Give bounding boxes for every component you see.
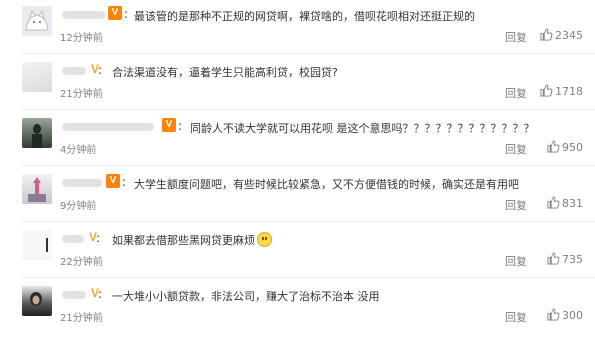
thumbs-up-icon	[547, 140, 560, 153]
divider	[22, 165, 595, 166]
divider	[22, 277, 595, 278]
timestamp: 12分钟前	[60, 33, 103, 44]
reply-button[interactable]: 回复	[505, 253, 527, 269]
thumbs-up-icon	[547, 252, 560, 265]
reply-button[interactable]: 回复	[505, 85, 527, 101]
timestamp: 21分钟前	[60, 313, 103, 324]
like-button[interactable]: 735	[547, 252, 583, 266]
user-avatar[interactable]	[22, 6, 52, 36]
timestamp: 22分钟前	[60, 257, 103, 268]
username[interactable]	[62, 119, 154, 133]
user-avatar[interactable]	[22, 118, 52, 148]
like-count: 831	[562, 197, 583, 210]
smile-emoji-icon	[257, 232, 272, 247]
like-count: 950	[562, 141, 583, 154]
user-avatar[interactable]	[22, 230, 52, 260]
timestamp: 9分钟前	[60, 201, 97, 212]
divider	[22, 53, 595, 54]
user-avatar[interactable]	[22, 174, 52, 204]
comment-text: 合法渠道没有，逼着学生只能高利贷，校园贷?	[112, 66, 338, 79]
username[interactable]	[62, 175, 102, 189]
like-button[interactable]: 1718	[540, 84, 583, 98]
colon: :	[98, 287, 103, 301]
comment-item: V : 大学生额度问题吧，有些时候比较紧急，又不方便借钱的时候，确实还是有用吧 …	[0, 168, 595, 224]
user-avatar[interactable]	[22, 286, 52, 316]
comment-text: 同龄人不读大学就可以用花呗 是这个意思吗？？？？？？？？？？？？	[190, 122, 535, 135]
comment-text: 最该管的是那种不正规的网贷啊，裸贷啥的，借呗花呗相对还挺正规的	[134, 10, 475, 23]
like-button[interactable]: 831	[547, 196, 583, 210]
like-count: 2345	[555, 29, 583, 42]
comment-text: 如果都去借那些黑网贷更麻烦	[112, 232, 272, 248]
username[interactable]	[62, 231, 84, 245]
comment-item: V : 如果都去借那些黑网贷更麻烦 22分钟前 回复 735	[0, 224, 595, 280]
verified-badge-icon: V	[108, 6, 122, 20]
colon: :	[122, 175, 127, 189]
comment-item: V : 一大堆小小额贷款，非法公司，赚大了治标不治本 没用 21分钟前 回复 3…	[0, 280, 595, 336]
like-count: 735	[562, 253, 583, 266]
timestamp: 21分钟前	[60, 89, 103, 100]
like-button[interactable]: 300	[547, 308, 583, 322]
like-count: 300	[562, 309, 583, 322]
colon: :	[178, 119, 183, 133]
comment-item: V : 最该管的是那种不正规的网贷啊，裸贷啥的，借呗花呗相对还挺正规的 12分钟…	[0, 0, 595, 56]
comment-text: 大学生额度问题吧，有些时候比较紧急，又不方便借钱的时候，确实还是有用吧	[134, 178, 519, 191]
like-button[interactable]: 950	[547, 140, 583, 154]
comment-item: V : 同龄人不读大学就可以用花呗 是这个意思吗？？？？？？？？？？？？ 4分钟…	[0, 112, 595, 168]
thumbs-up-icon	[547, 196, 560, 209]
reply-button[interactable]: 回复	[505, 29, 527, 45]
like-count: 1718	[555, 85, 583, 98]
like-button[interactable]: 2345	[540, 28, 583, 42]
comment-text: 一大堆小小额贷款，非法公司，赚大了治标不治本 没用	[112, 290, 380, 303]
colon: :	[96, 231, 101, 245]
colon: :	[98, 63, 103, 77]
user-avatar[interactable]	[22, 62, 52, 92]
username[interactable]	[62, 287, 86, 301]
thumbs-up-icon	[540, 84, 553, 97]
reply-button[interactable]: 回复	[505, 141, 527, 157]
verified-badge-icon: V	[162, 118, 176, 132]
reply-button[interactable]: 回复	[505, 309, 527, 325]
verified-badge-icon: V	[106, 174, 120, 188]
username[interactable]	[62, 7, 106, 21]
divider	[22, 221, 595, 222]
reply-button[interactable]: 回复	[505, 197, 527, 213]
colon: :	[124, 7, 129, 21]
thumbs-up-icon	[540, 28, 553, 41]
divider	[22, 109, 595, 110]
timestamp: 4分钟前	[60, 145, 97, 156]
comment-item: V : 合法渠道没有，逼着学生只能高利贷，校园贷? 21分钟前 回复 1718	[0, 56, 595, 112]
thumbs-up-icon	[547, 308, 560, 321]
comment-text-content: 如果都去借那些黑网贷更麻烦	[112, 234, 255, 247]
username[interactable]	[62, 63, 86, 77]
